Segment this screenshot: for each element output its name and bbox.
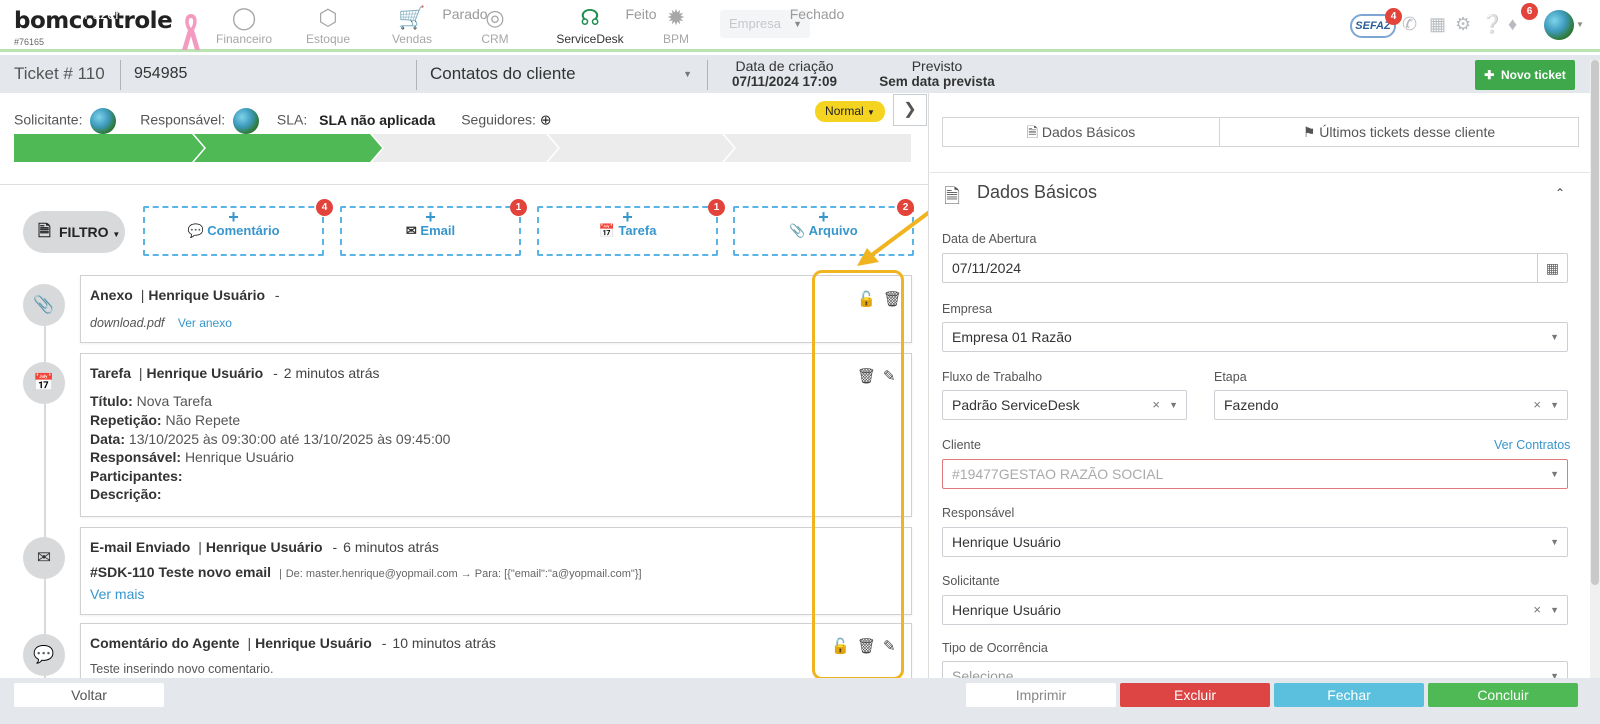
plus-icon: +	[622, 207, 633, 227]
add-email-button[interactable]: + ✉ Email	[340, 206, 521, 256]
expected-date: Previsto Sem data prevista	[879, 58, 995, 89]
plus-icon: +	[425, 207, 436, 227]
attachment-filename: download.pdf	[90, 316, 165, 330]
tag-icon: ⚑	[1302, 124, 1316, 140]
delete-button[interactable]: Excluir	[1120, 683, 1270, 707]
add-comment-button[interactable]: + 💬 Comentário	[143, 206, 324, 256]
timeline-item-anexo: Anexo | Henrique Usuário - download.pdf V…	[80, 275, 912, 343]
sefaz-badge: 4	[1385, 8, 1402, 25]
plus-icon: +	[228, 207, 239, 227]
help-icon[interactable]: ❔	[1481, 14, 1503, 35]
footer-bar: Voltar Imprimir Excluir Fechar Concluir	[0, 678, 1600, 724]
step-feito[interactable]: Feito	[556, 0, 726, 28]
tab-basic-data[interactable]: 🗎 Dados Básicos	[942, 117, 1220, 147]
step-parado[interactable]: Parado	[380, 0, 550, 28]
account-id: #76165	[14, 37, 45, 47]
plus-icon: ✚	[1484, 68, 1495, 82]
requester-field[interactable]: Henrique Usuário × ▼	[942, 595, 1568, 625]
divider	[0, 184, 928, 185]
workflow-steps	[14, 134, 911, 162]
divider	[416, 60, 417, 90]
highlight-box	[812, 270, 904, 680]
email-meta: De: master.henrique@yopmail.com → Para: …	[285, 568, 642, 580]
new-ticket-button[interactable]: ✚ Novo ticket	[1475, 60, 1575, 90]
view-more-link[interactable]: Ver mais	[90, 586, 144, 602]
gear-icon[interactable]: ⚙	[1455, 14, 1471, 35]
whatsapp-icon[interactable]: ✆	[1402, 14, 1417, 35]
sla-value: SLA não aplicada	[319, 111, 436, 128]
contacts-select[interactable]: Contatos do cliente ▼	[430, 55, 700, 93]
chevron-down-icon[interactable]: ▼	[1576, 20, 1584, 29]
ticket-label: Ticket # 110	[14, 64, 105, 83]
paperclip-icon: 📎	[23, 284, 65, 326]
add-task-button[interactable]: + 📅 Tarefa	[537, 206, 718, 256]
created-date: Data de criação 07/11/2024 17:09	[731, 58, 838, 89]
workflow-field[interactable]: Padrão ServiceDesk × ▼	[942, 390, 1187, 420]
timeline-line	[44, 290, 46, 690]
chevron-down-icon: ▼	[1169, 400, 1178, 410]
calendar-icon[interactable]: ▦	[1429, 14, 1446, 35]
document-icon: 🗎	[38, 223, 51, 240]
divider	[930, 172, 1590, 173]
caret-down-icon: ▼	[867, 108, 875, 117]
step-fazer[interactable]: Fazer	[14, 0, 190, 28]
tab-last-tickets[interactable]: ⚑ Últimos tickets desse cliente	[1219, 117, 1579, 147]
document-icon: 🗎	[944, 186, 961, 208]
chevron-down-icon: ▼	[1550, 332, 1559, 342]
close-button[interactable]: Fechar	[1274, 683, 1424, 707]
chevron-down-icon: ▼	[1550, 605, 1559, 615]
scrollbar-thumb[interactable]	[1591, 60, 1599, 585]
calendar-plus-icon: 📅	[23, 362, 65, 404]
step-fechado[interactable]: Fechado	[732, 0, 902, 28]
collapse-panel-button[interactable]: ❯	[893, 94, 927, 126]
caret-down-icon: ▼	[112, 230, 121, 239]
timeline-item-tarefa: Tarefa | Henrique Usuário -2 minutos atrá…	[80, 353, 912, 517]
chevron-right-icon: ❯	[903, 101, 917, 118]
user-avatar[interactable]	[1544, 10, 1574, 40]
print-button[interactable]: Imprimir	[966, 683, 1116, 707]
notification-badge: 6	[1521, 3, 1538, 20]
back-button[interactable]: Voltar	[14, 683, 164, 707]
filter-button[interactable]: 🗎 FILTRO ▼	[23, 211, 125, 253]
email-subject: #SDK-110 Teste novo email	[90, 564, 272, 580]
responsible-field[interactable]: Henrique Usuário ▼	[942, 527, 1568, 557]
clear-icon[interactable]: ×	[1152, 391, 1160, 419]
email-sent-icon: ✉	[23, 537, 65, 579]
ticket-header: Ticket # 110 954985 Contatos do cliente …	[0, 55, 1600, 93]
conclude-button[interactable]: Concluir	[1428, 683, 1578, 707]
email-count-badge: 1	[510, 199, 527, 216]
calendar-icon[interactable]: ▦	[1537, 254, 1567, 282]
step-fazendo[interactable]: Fazendo	[204, 0, 380, 28]
clear-icon[interactable]: ×	[1533, 596, 1541, 624]
requester-avatar[interactable]	[90, 108, 117, 134]
chevron-up-icon[interactable]: ⌃	[1555, 186, 1565, 200]
company-field[interactable]: Empresa 01 Razão ▼	[942, 322, 1568, 352]
file-icon: 🗎	[1026, 124, 1038, 140]
view-attachment-link[interactable]: Ver anexo	[178, 316, 232, 330]
add-follower-icon[interactable]: ⊕	[540, 112, 552, 128]
divider	[120, 60, 121, 90]
ticket-info-line: Solicitante: Responsável: SLA: SLA não a…	[14, 108, 552, 134]
task-count-badge: 1	[708, 199, 725, 216]
bell-icon[interactable]: ♦	[1508, 14, 1517, 35]
divider	[707, 60, 708, 90]
ticket-number: 954985	[134, 65, 188, 82]
view-contracts-link[interactable]: Ver Contratos	[1494, 438, 1570, 452]
responsible-avatar[interactable]	[232, 108, 259, 134]
timeline-item-email: E-mail Enviado | Henrique Usuário -6 minu…	[80, 527, 912, 615]
chevron-down-icon: ▼	[1550, 537, 1559, 547]
opening-date-field[interactable]: 07/11/2024 ▦	[942, 253, 1568, 283]
clear-icon[interactable]: ×	[1533, 391, 1541, 419]
chevron-down-icon: ▼	[1550, 400, 1559, 410]
agent-comment-icon: 💬	[23, 634, 65, 676]
section-title: Dados Básicos	[977, 182, 1098, 202]
client-field[interactable]: #19477GESTAO RAZÃO SOCIAL ▼	[942, 459, 1568, 489]
priority-dropdown[interactable]: Normal ▼	[815, 101, 885, 122]
chevron-down-icon: ▼	[1550, 469, 1559, 479]
comment-count-badge: 4	[316, 199, 333, 216]
stage-field[interactable]: Fazendo × ▼	[1214, 390, 1568, 420]
chevron-down-icon: ▼	[683, 69, 692, 79]
timeline-item-comentario: Comentário do Agente | Henrique Usuário -…	[80, 623, 912, 685]
